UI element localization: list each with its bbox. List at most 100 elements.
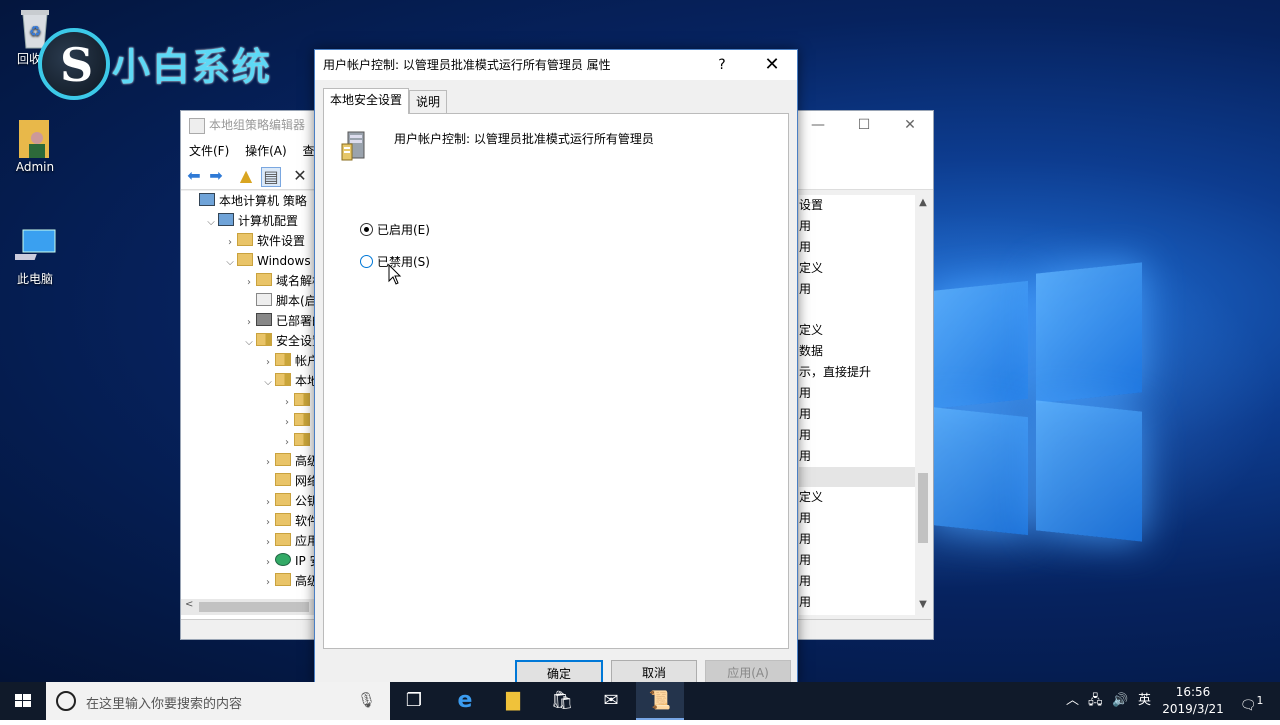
list-item[interactable]: 用 bbox=[799, 508, 915, 529]
list-item[interactable]: 用 bbox=[799, 237, 915, 258]
network-icon[interactable]: 🖧 bbox=[1088, 682, 1103, 720]
scroll-left-icon[interactable]: < bbox=[185, 599, 193, 610]
tree-item[interactable]: 本地计算机 策略 bbox=[181, 191, 317, 211]
tree-item[interactable]: ›公钥策 bbox=[181, 491, 317, 511]
volume-icon[interactable]: 🔊 bbox=[1112, 682, 1128, 720]
scroll-up-icon[interactable]: ▲ bbox=[915, 197, 931, 208]
show-hidden-icons-button[interactable]: ︿ bbox=[1066, 682, 1079, 720]
tree-item[interactable]: › 软件设置 bbox=[181, 231, 317, 251]
desktop-icon-this-pc[interactable]: 此电脑 bbox=[0, 226, 70, 287]
radio-disabled-label[interactable]: 已禁用(S) bbox=[377, 255, 430, 269]
desktop-icon-admin[interactable]: Admin bbox=[0, 116, 70, 174]
tree-item[interactable]: ⌵本地策 bbox=[181, 371, 317, 391]
taskbar-search-box[interactable]: 在这里输入你要搜索的内容 🎙 bbox=[46, 682, 390, 720]
action-center-icon[interactable]: 🗨1 bbox=[1240, 682, 1263, 720]
edge-browser-icon[interactable]: e bbox=[441, 682, 489, 720]
radio-enabled-label[interactable]: 已启用(E) bbox=[377, 223, 430, 237]
chevron-right-icon[interactable]: › bbox=[242, 273, 256, 293]
menu-file[interactable]: 文件(F) bbox=[189, 144, 229, 158]
list-item[interactable] bbox=[799, 466, 915, 488]
tree-item[interactable]: 网络列 bbox=[181, 471, 317, 491]
tree-horizontal-scrollbar[interactable]: < bbox=[181, 599, 317, 615]
forward-arrow-icon[interactable]: ➡ bbox=[207, 167, 225, 185]
minimize-button[interactable]: — bbox=[795, 111, 841, 139]
list-item[interactable]: 用 bbox=[799, 425, 915, 446]
search-placeholder[interactable]: 在这里输入你要搜索的内容 bbox=[86, 693, 242, 712]
dialog-close-button[interactable]: ✕ bbox=[757, 50, 787, 80]
chevron-down-icon[interactable]: ⌵ bbox=[204, 213, 218, 233]
tree-item[interactable]: ›审 bbox=[181, 391, 317, 411]
tree-item[interactable]: ›帐户策 bbox=[181, 351, 317, 371]
tree-item[interactable]: 脚本(启动 bbox=[181, 291, 317, 311]
list-item[interactable]: 用 bbox=[799, 216, 915, 237]
list-item[interactable]: 用 bbox=[799, 550, 915, 571]
microphone-icon[interactable]: 🎙 bbox=[357, 691, 376, 709]
tree-item[interactable]: ⌵ Windows 设 bbox=[181, 251, 317, 271]
tree-item[interactable]: › 域名解析 bbox=[181, 271, 317, 291]
list-item[interactable]: 用 bbox=[799, 279, 915, 300]
list-item[interactable]: 定义 bbox=[799, 320, 915, 341]
task-view-icon[interactable]: ❐ bbox=[390, 682, 438, 720]
delete-icon[interactable]: ✕ bbox=[291, 167, 309, 185]
up-folder-icon[interactable]: ▲ bbox=[237, 167, 255, 185]
radio-disabled-indicator[interactable] bbox=[360, 255, 373, 268]
scroll-down-icon[interactable]: ▼ bbox=[915, 599, 931, 610]
list-item[interactable]: 用 bbox=[799, 404, 915, 425]
chevron-right-icon[interactable]: › bbox=[261, 353, 275, 373]
radio-enabled-indicator[interactable] bbox=[360, 223, 373, 236]
help-button[interactable]: ? bbox=[707, 50, 737, 80]
chevron-right-icon[interactable]: › bbox=[280, 413, 294, 433]
tab-local-security-setting[interactable]: 本地安全设置 bbox=[323, 88, 410, 114]
show-hide-tree-icon[interactable]: ▤ bbox=[261, 167, 281, 187]
ime-indicator[interactable]: 英 bbox=[1138, 682, 1151, 720]
list-item[interactable]: 用 bbox=[799, 383, 915, 404]
chevron-right-icon[interactable]: › bbox=[280, 393, 294, 413]
chevron-down-icon[interactable]: ⌵ bbox=[261, 373, 275, 393]
list-item[interactable]: 定义 bbox=[799, 258, 915, 279]
list-item[interactable]: 用 bbox=[799, 571, 915, 592]
chevron-right-icon[interactable]: › bbox=[280, 433, 294, 453]
mail-icon[interactable]: ✉ bbox=[587, 682, 635, 720]
chevron-down-icon[interactable]: ⌵ bbox=[223, 253, 237, 273]
list-item[interactable]: 数据 bbox=[799, 341, 915, 362]
menu-view[interactable]: 查 bbox=[303, 144, 315, 158]
chevron-right-icon[interactable]: › bbox=[261, 573, 275, 593]
list-item[interactable]: 用 bbox=[799, 592, 915, 613]
close-button[interactable]: ✕ bbox=[887, 111, 933, 139]
list-item[interactable] bbox=[799, 299, 915, 320]
list-item[interactable]: 用 bbox=[799, 446, 915, 467]
tab-explain[interactable]: 说明 bbox=[409, 90, 448, 114]
list-item[interactable]: 定义 bbox=[799, 487, 915, 508]
chevron-right-icon[interactable]: › bbox=[261, 553, 275, 573]
chevron-right-icon[interactable]: › bbox=[261, 453, 275, 473]
list-item[interactable]: 示，直接提升 bbox=[799, 362, 915, 383]
tree-item[interactable]: ›用 bbox=[181, 411, 317, 431]
list-item[interactable]: 用 bbox=[799, 529, 915, 550]
back-arrow-icon[interactable]: ⬅ bbox=[185, 167, 203, 185]
start-button[interactable] bbox=[0, 682, 46, 720]
group-policy-editor-taskbar-icon[interactable]: 📜 bbox=[636, 682, 684, 720]
tree-item[interactable]: ›应用程 bbox=[181, 531, 317, 551]
chevron-right-icon[interactable]: › bbox=[261, 533, 275, 553]
radio-enabled[interactable]: 已启用(E) bbox=[360, 221, 430, 239]
chevron-right-icon[interactable]: › bbox=[261, 513, 275, 533]
chevron-right-icon[interactable]: › bbox=[242, 313, 256, 333]
list-vertical-scrollbar[interactable]: ▲ ▼ bbox=[915, 195, 931, 615]
tree-item[interactable]: ›高级审 bbox=[181, 571, 317, 591]
dialog-title-bar[interactable]: 用户帐户控制: 以管理员批准模式运行所有管理员 属性 ? ✕ bbox=[315, 50, 797, 80]
maximize-button[interactable]: ☐ bbox=[841, 111, 887, 139]
clock[interactable]: 16:56 2019/3/21 bbox=[1158, 684, 1228, 718]
tree-item[interactable]: ›高级安 bbox=[181, 451, 317, 471]
tree-item[interactable]: › 已部署的打 bbox=[181, 311, 317, 331]
tree-item[interactable]: ›安 bbox=[181, 431, 317, 451]
tree-item[interactable]: ›IP 安全 bbox=[181, 551, 317, 571]
menu-action[interactable]: 操作(A) bbox=[245, 144, 287, 158]
chevron-right-icon[interactable]: › bbox=[261, 493, 275, 513]
chevron-down-icon[interactable]: ⌵ bbox=[242, 333, 256, 353]
tree-item[interactable]: ⌵ 安全设置 bbox=[181, 331, 317, 351]
file-explorer-icon[interactable]: ▇ bbox=[489, 682, 537, 720]
tree-item[interactable]: ⌵ 计算机配置 bbox=[181, 211, 317, 231]
store-icon[interactable]: 🛍 bbox=[538, 682, 586, 720]
chevron-right-icon[interactable]: › bbox=[223, 233, 237, 253]
cortana-icon[interactable] bbox=[56, 691, 76, 711]
